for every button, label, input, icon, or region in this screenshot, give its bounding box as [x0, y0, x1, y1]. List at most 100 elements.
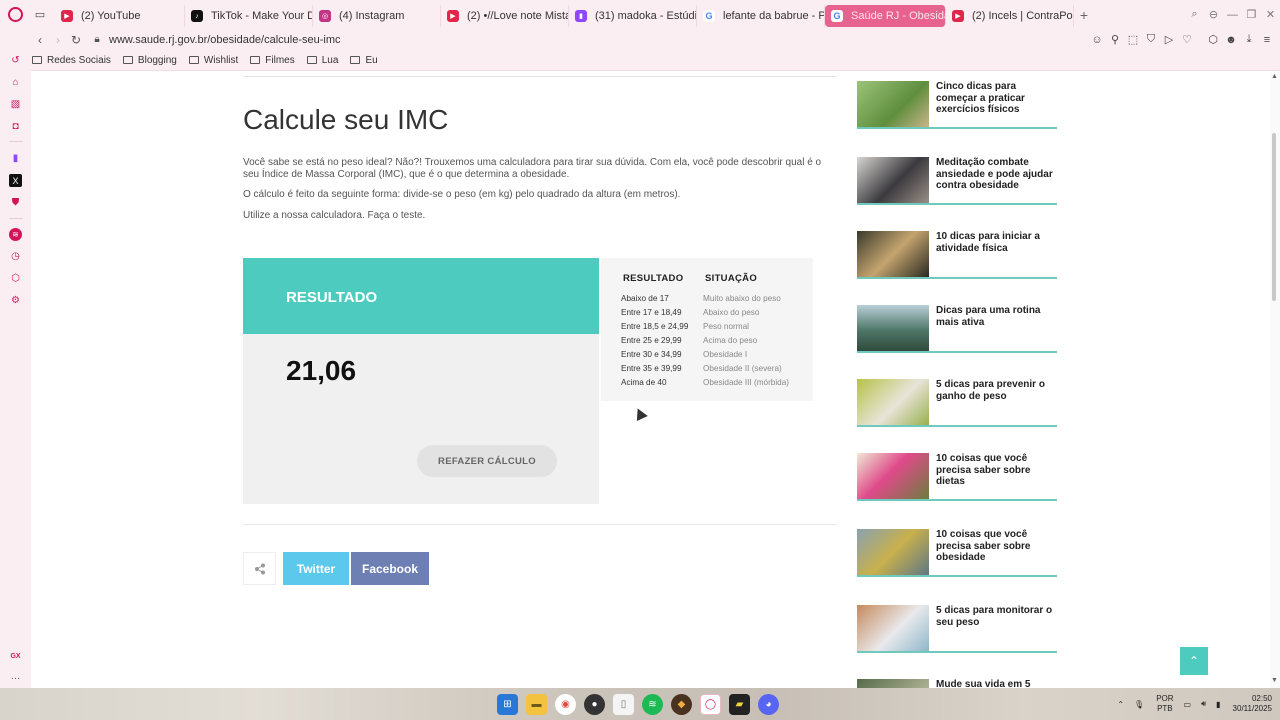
related-article-card[interactable]: 5 dicas para monitorar o seu peso [857, 605, 1057, 653]
tab-youtube[interactable]: ▶ (2) YouTube [55, 5, 185, 27]
snapshot-icon[interactable]: ⬚ [1124, 33, 1142, 46]
extensions-icon[interactable]: ⬡ [1204, 33, 1222, 46]
related-article-card[interactable]: Mude sua vida em 5 [857, 679, 1057, 688]
vpn-shield-icon[interactable]: ⛊ [9, 196, 22, 209]
crypto-wallet-icon[interactable]: ▧ [9, 98, 22, 111]
scroll-down-arrow-icon[interactable]: ▼ [1271, 677, 1278, 684]
emoji-icon[interactable]: ☺ [1088, 34, 1106, 46]
microphone-icon[interactable]: 🎙︎ [1134, 700, 1144, 709]
x-twitter-icon[interactable]: X [9, 174, 22, 187]
bookmark-wishlist[interactable]: Wishlist [188, 55, 238, 66]
window-controls: ⌕ ⊖ — ❐ ✕ [1185, 0, 1280, 29]
article-title: 5 dicas para prevenir o ganho de peso [936, 379, 1045, 402]
page-scrollbar[interactable]: ▲ ▼ [1270, 71, 1280, 688]
tab-saude-rj-active[interactable]: GSaúde RJ - Obesidade - [825, 5, 946, 27]
related-article-card[interactable]: 10 coisas que você precisa saber sobre d… [857, 453, 1057, 501]
pin-icon[interactable]: ⚲ [1106, 33, 1124, 46]
profile-icon[interactable]: ☻ [1222, 34, 1240, 46]
article-title: Dicas para uma rotina mais ativa [936, 305, 1041, 328]
twitter-share-button[interactable]: Twitter [283, 552, 349, 585]
bookmark-blogging[interactable]: Blogging [122, 55, 177, 66]
volume-icon[interactable]: 🔊︎ [1201, 699, 1206, 709]
clock-icon[interactable]: ◷ [9, 250, 22, 263]
chrome-icon[interactable]: ◉ [555, 694, 576, 715]
scroll-up-arrow-icon[interactable]: ▲ [1271, 73, 1278, 80]
related-article-card[interactable]: Meditação combate ansiedade e pode ajuda… [857, 157, 1057, 205]
opera-logo-icon[interactable] [0, 0, 30, 29]
cube-icon[interactable]: ⬡ [9, 272, 22, 285]
file-explorer-icon[interactable]: ▬ [526, 694, 547, 715]
tab-instagram[interactable]: ◎ (4) Instagram [313, 5, 441, 27]
bookmark-redes-sociais[interactable]: Redes Sociais [32, 55, 111, 66]
tab-menu-icon[interactable]: ▭ [30, 0, 50, 29]
heart-icon[interactable]: ♡ [1178, 33, 1196, 46]
download-icon[interactable]: ⤓ [1240, 33, 1258, 46]
youtube-icon: ▶ [447, 10, 459, 22]
folder-icon [250, 56, 261, 64]
article-title: 10 coisas que você precisa saber sobre d… [936, 453, 1031, 488]
sticky-notes-icon[interactable]: ▰ [729, 694, 750, 715]
discord-icon[interactable]: ◕ [758, 694, 779, 715]
article-thumbnail [857, 231, 929, 277]
redo-calculation-button[interactable]: REFAZER CÁLCULO [417, 445, 557, 477]
related-article-card[interactable]: 5 dicas para prevenir o ganho de peso [857, 379, 1057, 427]
display-icon[interactable]: ▭ [1184, 700, 1192, 709]
windows-start-icon[interactable]: ⊞ [497, 694, 518, 715]
article-title: Meditação combate ansiedade e pode ajuda… [936, 157, 1053, 192]
language-indicator[interactable]: POR PTB [1156, 694, 1173, 714]
tab-twitch-madoka[interactable]: ▮(31) madoka - Estúdio de [569, 5, 697, 27]
search-icon[interactable]: ⌕ [1185, 8, 1204, 21]
reload-button[interactable]: ↻ [67, 33, 85, 47]
record-icon[interactable]: ● [584, 694, 605, 715]
related-article-card[interactable]: 10 dicas para iniciar a atividade física [857, 231, 1057, 279]
tab-youtube-incels[interactable]: ▶(2) Incels | ContraPoints [946, 5, 1074, 27]
back-to-top-button[interactable]: ⌃ [1180, 647, 1208, 675]
intro-paragraph: Você sabe se está no peso ideal? Não?! T… [243, 157, 822, 180]
history-swirl-icon[interactable]: ↺ [9, 54, 22, 67]
url-field[interactable]: www.saude.rj.gov.br/obesidade/calcule-se… [109, 34, 341, 46]
document-icon[interactable]: ▯ [613, 694, 634, 715]
lock-icon[interactable]: 🔒︎ [89, 34, 105, 45]
bookmark-filmes[interactable]: Filmes [250, 55, 295, 66]
more-icon[interactable]: … [9, 670, 22, 683]
share-icon[interactable] [243, 552, 276, 585]
gx-icon[interactable]: GX [9, 650, 22, 663]
tab-youtube-love-note[interactable]: ▶(2) •//Love note Mistake/ [441, 5, 569, 27]
facebook-share-button[interactable]: Facebook [351, 552, 429, 585]
spotify-icon[interactable]: ≋ [9, 228, 22, 241]
twitch-icon[interactable]: ▮ [9, 152, 22, 165]
shopping-bag-icon[interactable]: ⌂ [9, 76, 22, 89]
game-launcher-icon[interactable]: ◆ [671, 694, 692, 715]
table-header-result: RESULTADO [623, 273, 684, 284]
scroll-thumb[interactable] [1272, 133, 1276, 301]
back-button[interactable]: ‹ [31, 33, 49, 47]
ai-icon[interactable]: ◘ [9, 120, 22, 133]
menu-icon[interactable]: ≡ [1258, 34, 1276, 46]
shield-icon[interactable]: ⛉ [1142, 33, 1160, 46]
play-icon[interactable]: ▷ [1160, 33, 1178, 46]
related-article-card[interactable]: Cinco dicas para começar a praticar exer… [857, 81, 1057, 129]
bookmark-eu[interactable]: Eu [350, 55, 378, 66]
forward-button[interactable]: › [49, 33, 67, 47]
tab-tiktok[interactable]: ♪TikTok - Make Your Day [185, 5, 313, 27]
settings-gear-icon[interactable]: ⚙ [9, 294, 22, 307]
divider [243, 76, 837, 77]
minimize-icon[interactable]: — [1223, 9, 1242, 21]
page-content: Calcule seu IMC Você sabe se está no pes… [31, 71, 1270, 688]
related-article-card[interactable]: Dicas para uma rotina mais ativa [857, 305, 1057, 353]
tab-google-search[interactable]: Glefante da babrue - Pesq [697, 5, 825, 27]
spotify-icon[interactable]: ≋ [642, 694, 663, 715]
tray-overflow-icon[interactable]: ⌃ [1117, 700, 1124, 709]
opera-gx-icon[interactable]: ◯ [700, 694, 721, 715]
article-thumbnail [857, 305, 929, 351]
sidebar-divider [9, 218, 23, 219]
minimize-sidebar-icon[interactable]: ⊖ [1204, 8, 1223, 21]
close-icon[interactable]: ✕ [1261, 8, 1280, 21]
google-icon: G [831, 10, 843, 22]
related-article-card[interactable]: 10 coisas que você precisa saber sobre o… [857, 529, 1057, 577]
battery-icon[interactable]: ▮ [1216, 700, 1220, 709]
bookmark-lua[interactable]: Lua [306, 55, 338, 66]
maximize-icon[interactable]: ❐ [1242, 8, 1261, 21]
system-clock[interactable]: 02:50 30/11/2025 [1233, 694, 1272, 714]
new-tab-button[interactable]: + [1074, 7, 1094, 23]
